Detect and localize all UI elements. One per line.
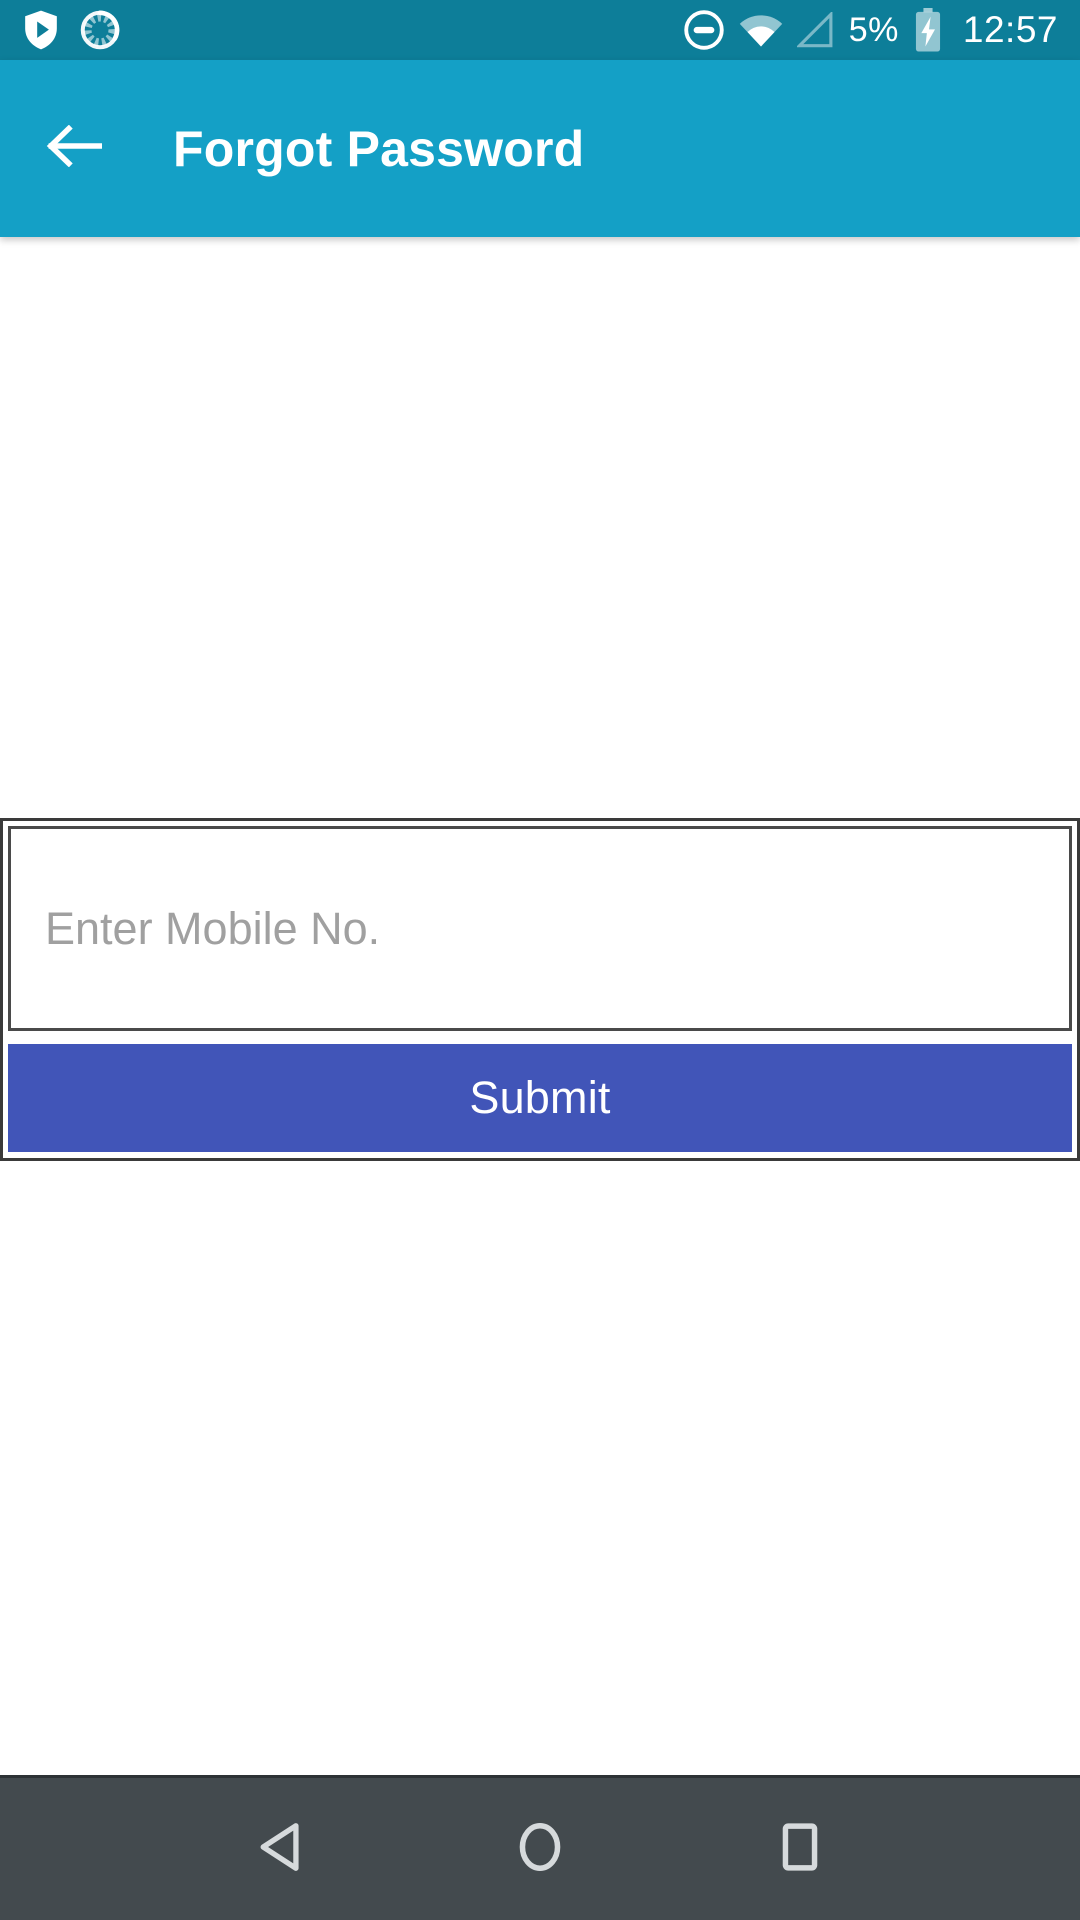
status-bar-right-icons: 5% 12:57 bbox=[683, 8, 1058, 52]
arrow-left-icon bbox=[46, 124, 103, 172]
battery-percent-label: 5% bbox=[848, 10, 899, 49]
status-bar: 5% 12:57 bbox=[0, 0, 1080, 60]
cellular-signal-icon bbox=[796, 12, 835, 48]
do-not-disturb-icon bbox=[683, 9, 725, 51]
android-navigation-bar bbox=[0, 1775, 1080, 1920]
sync-spinner-icon bbox=[80, 10, 120, 50]
submit-button[interactable]: Submit bbox=[8, 1044, 1072, 1152]
back-button[interactable] bbox=[42, 117, 106, 181]
nav-back-button[interactable] bbox=[220, 1799, 340, 1899]
square-icon bbox=[780, 1821, 820, 1878]
page-title: Forgot Password bbox=[173, 120, 585, 177]
status-bar-clock: 12:57 bbox=[962, 9, 1058, 50]
nav-recents-button[interactable] bbox=[740, 1799, 860, 1899]
circle-icon bbox=[516, 1821, 564, 1878]
battery-charging-icon bbox=[913, 8, 943, 52]
status-bar-left-icons bbox=[22, 9, 120, 51]
forgot-password-form: Submit bbox=[0, 818, 1080, 1161]
mobile-number-input[interactable] bbox=[8, 826, 1072, 1031]
phone-screen: 5% 12:57 Forgot Password Enter Mobile No… bbox=[0, 0, 1080, 1920]
shield-play-icon bbox=[22, 9, 60, 51]
app-bar: Forgot Password bbox=[0, 60, 1080, 237]
nav-home-button[interactable] bbox=[480, 1799, 600, 1899]
content-area: Submit bbox=[0, 237, 1080, 1775]
triangle-left-icon bbox=[257, 1822, 303, 1877]
wifi-icon bbox=[739, 13, 783, 47]
